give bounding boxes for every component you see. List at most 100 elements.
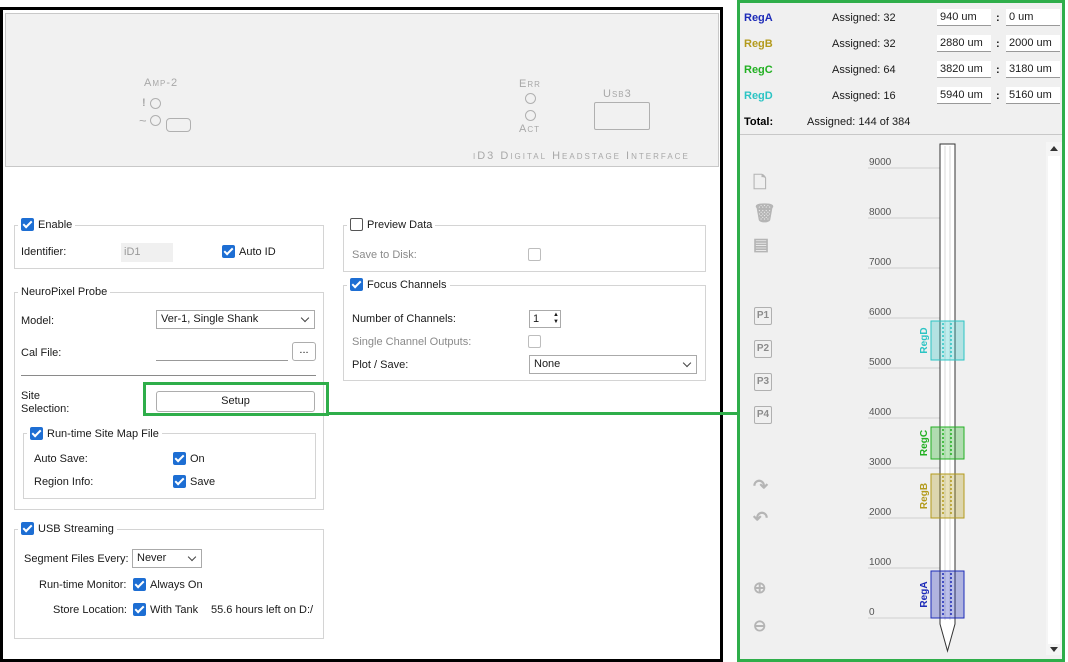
segment-files-value: Never	[137, 552, 167, 564]
region-name: RegB	[744, 38, 773, 50]
segment-files-select[interactable]: Never	[132, 549, 202, 568]
plot-save-select[interactable]: None	[529, 355, 697, 374]
usb-streaming-group: USB Streaming Segment Files Every: Never…	[14, 522, 324, 639]
region-block[interactable]	[930, 473, 965, 519]
num-channels-value: 1	[533, 313, 540, 325]
focus-channels-checkbox[interactable]: Focus Channels	[347, 278, 450, 291]
site-selection-label-line1: Site	[21, 390, 40, 402]
region-block[interactable]	[930, 426, 965, 460]
region-name: RegD	[744, 90, 773, 102]
site-selection-panel: RegA Assigned: 32 940 um:0 um RegB Assigned:…	[737, 0, 1065, 662]
model-label: Model:	[21, 315, 55, 327]
total-assigned: Assigned: 144 of 384	[807, 116, 911, 128]
store-location-value: With Tank	[150, 603, 199, 616]
plot-save-label: Plot / Save:	[352, 359, 409, 371]
region-assigned: Assigned: 32	[832, 38, 896, 50]
probe-view: 🗋 🗑 ▤ P1 P2 P3 P4 ↷ ↶ ⊕ ⊖ 9000 8000 7000 60…	[740, 136, 1062, 659]
save-to-disk-label: Save to Disk:	[352, 249, 417, 261]
region-block[interactable]	[930, 320, 965, 361]
model-select[interactable]: Ver-1, Single Shank	[156, 310, 315, 329]
axis-tick-label: 0	[869, 607, 875, 618]
preview-data-label: Preview Data	[367, 218, 433, 231]
region-bottom-input[interactable]: 3180 um	[1006, 61, 1060, 78]
preview-data-checkbox[interactable]: Preview Data	[347, 218, 436, 231]
store-location-label: Store Location:	[53, 604, 127, 616]
axis-tick-label: 8000	[869, 207, 892, 218]
site-selection-label-line2: Selection:	[21, 403, 70, 415]
axis-tick-label: 9000	[869, 157, 892, 168]
region-table: RegA Assigned: 32 940 um:0 um RegB Assigned:…	[740, 3, 1062, 135]
scroll-up-icon[interactable]	[1050, 146, 1058, 151]
region-top-input[interactable]: 3820 um	[937, 61, 991, 78]
act-label: Act	[519, 123, 541, 135]
region-block[interactable]	[930, 570, 965, 619]
runtime-monitor-checkbox[interactable]: Always On	[133, 578, 203, 591]
region-label: RegC	[919, 430, 930, 456]
auto-save-label: Auto Save:	[34, 453, 88, 465]
single-channel-outputs-checkbox[interactable]	[528, 335, 541, 348]
identifier-field[interactable]: iD1	[121, 243, 173, 262]
focus-channels-checkbox-icon	[350, 278, 363, 291]
auto-id-label: Auto ID	[239, 245, 276, 258]
runtime-monitor-label: Run-time Monitor:	[39, 579, 127, 591]
identifier-label: Identifier:	[21, 246, 67, 258]
enable-checkbox-icon	[21, 218, 34, 231]
region-top-input[interactable]: 2880 um	[937, 35, 991, 52]
preview-data-group: Preview Data Save to Disk:	[343, 218, 706, 272]
num-channels-stepper[interactable]: 1 ▲ ▼	[529, 310, 561, 328]
chevron-down-icon	[682, 358, 692, 368]
browse-button[interactable]: ...	[292, 342, 316, 361]
amp-led2-symbol: ~	[139, 113, 148, 128]
probe-diagram[interactable]: 9000 8000 7000 6000 5000 4000 3000 2000 1000 0 Reg…	[740, 136, 1045, 659]
region-info-checkbox-icon	[173, 475, 186, 488]
store-location-checkbox[interactable]: With Tank	[133, 603, 198, 616]
cal-file-input[interactable]	[156, 342, 288, 361]
auto-id-checkbox-icon	[222, 245, 235, 258]
num-channels-label: Number of Channels:	[352, 313, 456, 325]
stepper-arrows-icon[interactable]: ▲ ▼	[553, 312, 559, 326]
region-name: RegC	[744, 64, 773, 76]
usb-streaming-checkbox[interactable]: USB Streaming	[18, 522, 117, 535]
region-top-input[interactable]: 940 um	[937, 9, 991, 26]
region-top-input[interactable]: 5940 um	[937, 87, 991, 104]
usb-streaming-checkbox-icon	[21, 522, 34, 535]
axis-tick-label: 6000	[869, 307, 892, 318]
region-info-checkbox[interactable]: Save	[173, 475, 215, 488]
amp-led2-icon	[150, 115, 161, 126]
focus-channels-label: Focus Channels	[367, 278, 447, 291]
separator	[21, 375, 316, 376]
auto-save-checkbox[interactable]: On	[173, 452, 205, 465]
plot-save-value: None	[534, 358, 561, 370]
amp-led1-icon	[150, 98, 161, 109]
runtime-site-map-checkbox[interactable]: Run-time Site Map File	[27, 427, 162, 440]
axis-tick-label: 1000	[869, 557, 892, 568]
region-separator: :	[996, 64, 1000, 76]
region-label: RegB	[919, 483, 930, 509]
cal-file-label: Cal File:	[21, 347, 62, 359]
region-bottom-input[interactable]: 0 um	[1006, 9, 1060, 26]
vertical-scrollbar[interactable]	[1046, 142, 1062, 655]
save-to-disk-checkbox[interactable]	[528, 248, 541, 261]
auto-save-value: On	[190, 452, 205, 465]
axis-tick-label: 3000	[869, 457, 892, 468]
enable-checkbox[interactable]: Enable	[18, 218, 76, 231]
err-led-icon	[525, 93, 536, 104]
runtime-monitor-checkbox-icon	[133, 578, 146, 591]
region-separator: :	[996, 38, 1000, 50]
usb-streaming-label: USB Streaming	[38, 522, 114, 535]
auto-id-checkbox[interactable]: Auto ID	[222, 245, 276, 258]
total-label: Total:	[744, 116, 774, 128]
region-bottom-input[interactable]: 5160 um	[1006, 87, 1060, 104]
scroll-thumb[interactable]	[1048, 156, 1060, 644]
region-info-value: Save	[190, 475, 216, 488]
region-bottom-input[interactable]: 2000 um	[1006, 35, 1060, 52]
runtime-site-map-checkbox-icon	[30, 427, 43, 440]
region-separator: :	[996, 90, 1000, 102]
probe-group-title: NeuroPixel Probe	[18, 286, 111, 298]
usb-label: Usb3	[603, 88, 632, 100]
region-assigned: Assigned: 64	[832, 64, 896, 76]
runtime-monitor-value: Always On	[150, 578, 203, 591]
region-name: RegA	[744, 12, 773, 24]
preview-data-checkbox-icon	[350, 218, 363, 231]
scroll-down-icon[interactable]	[1050, 647, 1058, 652]
